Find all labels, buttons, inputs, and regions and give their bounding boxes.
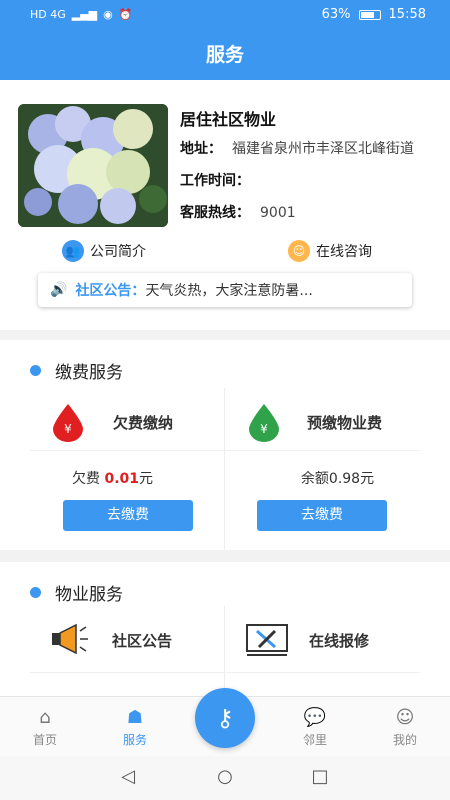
payment-section: 缴费服务 ¥ 欠费缴纳 欠费 0.01元 去缴费 ¥ 预缴物业费 余额0.98元… [0,340,450,550]
recents-icon[interactable]: □ [305,766,335,787]
services-section: 物业服务 社区公告 在线报修 [0,562,450,696]
payment-title: 缴费服务 [55,363,123,383]
hotline-value: 9001 [260,205,296,221]
company-intro-label: 公司简介 [90,244,146,260]
community-notice-label: 社区公告 [112,631,173,650]
arrears-label: 欠费缴纳 [113,414,174,432]
property-name: 居住社区物业 [180,110,277,129]
money-drop-red-icon: ¥ [53,404,83,442]
arrears-cell: ¥ 欠费缴纳 欠费 0.01元 去缴费 [0,388,225,538]
page-title: 服务 [0,30,450,80]
arrears-amount-value: 0.01 [104,471,139,487]
online-consult-link[interactable]: ☺ 在线咨询 [288,240,372,262]
quick-links: 👥 公司简介 ☺ 在线咨询 [0,240,450,270]
prepay-pay-button[interactable]: 去缴费 [257,500,387,531]
divider [224,606,225,696]
section-dot-icon [30,587,41,598]
notice-bar[interactable]: 🔊 社区公告： 天气炎热，大家注意防暑... [38,273,412,307]
prepay-label: 预缴物业费 [307,414,383,432]
hotline-row: 客服热线： 9001 [180,202,435,226]
status-bar: HD 4G ▂▄▆ ◉ ⏰ 63% 15:58 [0,0,450,30]
tab-home-label: 首页 [32,733,57,747]
tab-mine[interactable]: ☺ 我的 [375,705,435,748]
arrears-amount-prefix: 欠费 [72,471,105,487]
tab-neighbor-label: 邻里 [302,733,327,747]
battery-icon [358,9,381,20]
company-intro-link[interactable]: 👥 公司简介 [62,240,146,262]
arrears-pay-button[interactable]: 去缴费 [63,500,193,531]
tab-neighbor[interactable]: 💬 邻里 [285,705,345,748]
tab-mine-label: 我的 [392,733,417,747]
prepay-cell: ¥ 预缴物业费 余额0.98元 去缴费 [225,388,450,538]
online-repair-service[interactable]: 在线报修 [245,610,369,670]
hours-label: 工作时间： [180,173,250,189]
network-indicator: HD 4G [30,8,66,21]
home-icon: ⌂ [39,707,51,728]
svg-text:¥: ¥ [260,422,268,436]
services-section-title: 物业服务 [30,580,123,605]
arrears-amount: 欠费 0.01元 [0,468,225,488]
address-label: 地址： [180,141,222,157]
clock: 15:58 [388,7,426,22]
payment-section-title: 缴费服务 [30,358,123,383]
tab-service[interactable]: ☗ 服务 [105,705,165,748]
address-value: 福建省泉州市丰泽区北峰街道 [232,141,414,157]
community-notice-service[interactable]: 社区公告 [50,610,172,670]
section-dot-icon [30,365,41,376]
key-fab-button[interactable]: ⚷ [195,688,255,748]
alarm-icon: ⏰ [118,8,133,21]
notice-text: 天气炎热，大家注意防暑... [145,283,313,299]
chat-icon: 💬 [303,707,327,728]
service-icon: ☗ [126,707,144,728]
system-nav-bar: ◁ ○ □ [0,756,450,800]
online-consult-label: 在线咨询 [316,244,372,260]
signal-icon: ▂▄▆ [71,8,98,21]
key-icon: ⚷ [216,704,234,732]
address-row: 地址： 福建省泉州市丰泽区北峰街道 [180,138,435,162]
tab-service-label: 服务 [122,733,147,747]
money-drop-green-icon: ¥ [249,404,279,442]
battery-percent: 63% [321,7,351,22]
eye-icon: ◉ [103,8,113,21]
face-icon: ☺ [288,240,310,262]
user-icon: ☺ [395,707,415,728]
hours-row: 工作时间： [180,170,435,194]
home-circle-icon[interactable]: ○ [210,766,240,787]
back-icon[interactable]: ◁ [113,766,143,787]
property-photo [18,104,168,227]
prepay-balance: 余额0.98元 [300,471,375,487]
svg-text:¥: ¥ [64,422,72,436]
online-repair-label: 在线报修 [309,631,370,650]
megaphone-icon [52,623,88,655]
tools-icon [246,624,288,656]
tab-home[interactable]: ⌂ 首页 [15,705,75,748]
speaker-icon: 🔊 [50,282,68,298]
people-icon: 👥 [62,240,84,262]
notice-tag: 社区公告： [75,283,146,299]
hotline-label: 客服热线： [180,205,250,221]
property-info: 居住社区物业 地址： 福建省泉州市丰泽区北峰街道 工作时间： 客服热线： 9001 [180,106,435,226]
property-card: 居住社区物业 地址： 福建省泉州市丰泽区北峰街道 工作时间： 客服热线： 9001 … [0,80,450,330]
services-title: 物业服务 [55,585,123,605]
divider [30,672,420,673]
arrears-amount-suffix: 元 [139,471,153,487]
